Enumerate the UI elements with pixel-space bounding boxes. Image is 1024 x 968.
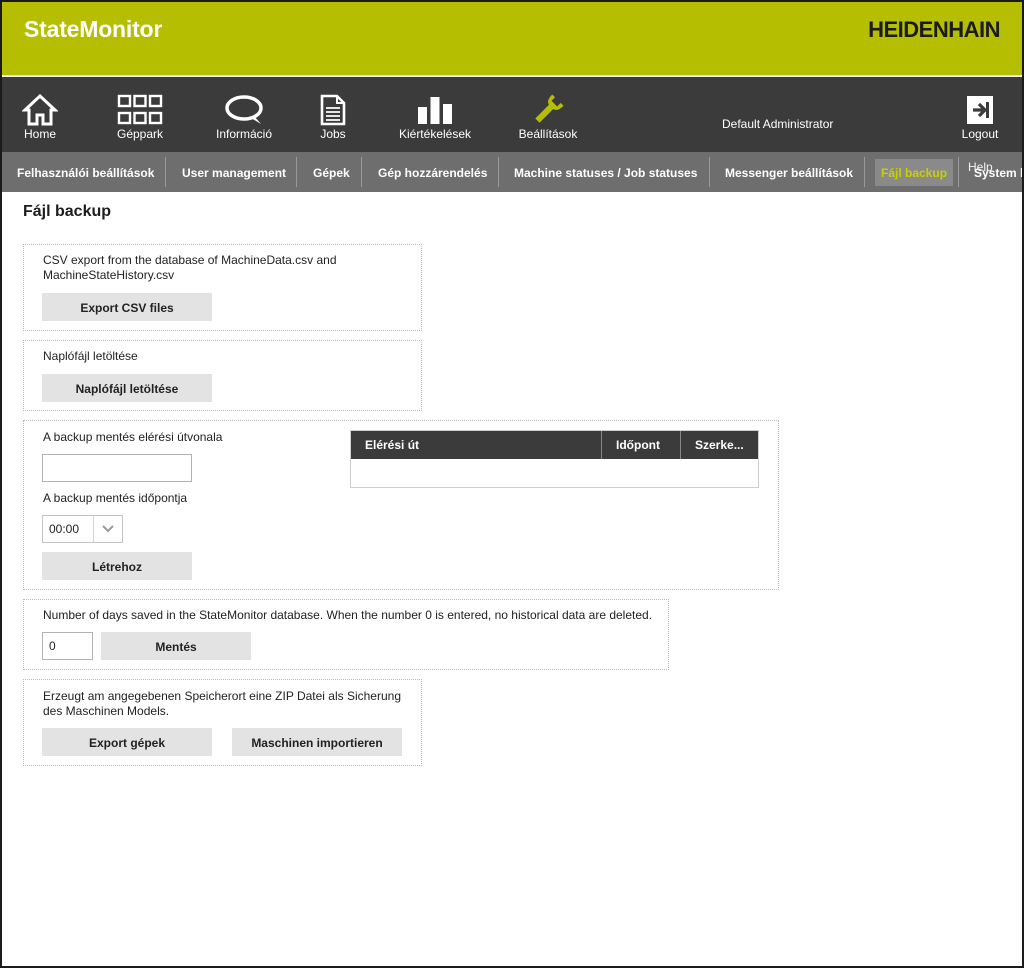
log-download-button[interactable]: Naplófájl letöltése: [42, 374, 212, 402]
settings-subnav: Felhasználói beállítások User management…: [0, 152, 1024, 192]
csv-description-line1: CSV export from the database of MachineD…: [43, 253, 337, 267]
nav-home[interactable]: Home: [16, 77, 64, 152]
nav-jobs[interactable]: Jobs: [312, 77, 354, 152]
backup-time-select[interactable]: 00:00: [42, 515, 123, 543]
import-machines-button[interactable]: Maschinen importieren: [232, 728, 402, 756]
tab-divider: [709, 157, 710, 187]
backup-table: Elérési út Időpont Szerke...: [350, 430, 759, 488]
logout-button[interactable]: Logout: [958, 77, 1002, 152]
csv-description-line2: MachineStateHistory.csv: [43, 268, 175, 282]
export-csv-button[interactable]: Export CSV files: [42, 293, 212, 321]
tab-divider: [296, 157, 297, 187]
nav-beallitasok[interactable]: Beállítások: [515, 77, 581, 152]
nav-informacio[interactable]: Információ: [214, 77, 274, 152]
nav-label: Logout: [961, 127, 999, 141]
page-title: Fájl backup: [23, 203, 112, 220]
nav-label: Információ: [215, 127, 273, 141]
nav-label: Jobs: [320, 127, 346, 141]
nav-geppark[interactable]: Géppark: [110, 77, 170, 152]
table-header: Elérési út Időpont Szerke...: [351, 431, 758, 459]
tab-gepek[interactable]: Gépek: [313, 152, 350, 192]
brand-logo: HEIDENHAIN: [868, 17, 1000, 42]
retention-description: Number of days saved in the StateMonitor…: [43, 608, 653, 622]
app-title: StateMonitor: [24, 16, 163, 42]
wrench-icon: [535, 94, 564, 123]
backup-path-label: A backup mentés elérési útvonala: [43, 430, 223, 444]
nav-label: Kiértékelések: [398, 127, 472, 141]
help-link[interactable]: Help: [968, 152, 993, 186]
zip-description-line1: Erzeugt am angegebenen Speicherort eine …: [43, 689, 402, 703]
tab-divider: [498, 157, 499, 187]
zip-description-line2: des Maschinen Models.: [43, 704, 170, 718]
main-nav: Home Géppark Információ Jobs Kiértékelés…: [0, 77, 1024, 152]
column-header-path[interactable]: Elérési út: [351, 431, 602, 459]
nav-label: Home: [23, 127, 56, 141]
header-bar: StateMonitor HEIDENHAIN: [0, 0, 1024, 76]
create-backup-button[interactable]: Létrehoz: [42, 552, 192, 580]
column-header-time[interactable]: Időpont: [602, 431, 681, 459]
tab-messenger-beallitasok[interactable]: Messenger beállítások: [725, 152, 853, 192]
logout-icon: [967, 96, 993, 124]
backup-time-value: 00:00: [49, 522, 80, 536]
nav-kiertekelesek[interactable]: Kiértékelések: [396, 77, 474, 152]
backup-time-label: A backup mentés időpontja: [43, 491, 188, 505]
column-header-edit[interactable]: Szerke...: [681, 431, 758, 459]
grid-icon: [117, 94, 163, 125]
tab-divider: [165, 157, 166, 187]
document-icon: [320, 94, 346, 126]
tab-user-management[interactable]: User management: [182, 152, 286, 192]
home-icon: [22, 94, 58, 126]
tab-divider: [958, 157, 959, 187]
save-retention-button[interactable]: Mentés: [101, 632, 251, 660]
tab-felhasznaloi-beallitasok[interactable]: Felhasználói beállítások: [17, 152, 154, 192]
nav-label: Beállítások: [518, 127, 578, 141]
retention-days-input[interactable]: 0: [42, 632, 93, 660]
chevron-down-icon[interactable]: [93, 516, 122, 542]
tab-fajl-backup[interactable]: Fájl backup: [875, 159, 954, 186]
speech-bubble-icon: [225, 95, 263, 124]
tab-gep-hozzarendeles[interactable]: Gép hozzárendelés: [378, 152, 487, 192]
export-machines-button[interactable]: Export gépek: [42, 728, 212, 756]
bar-chart-icon: [418, 97, 452, 124]
user-name: Default Administrator: [722, 117, 834, 131]
backup-path-input[interactable]: [42, 454, 192, 482]
tab-machine-statuses[interactable]: Machine statuses / Job statuses: [514, 152, 697, 192]
tab-divider: [864, 157, 865, 187]
log-download-label: Naplófájl letöltése: [43, 349, 138, 363]
nav-label: Géppark: [116, 127, 164, 141]
tab-divider: [361, 157, 362, 187]
